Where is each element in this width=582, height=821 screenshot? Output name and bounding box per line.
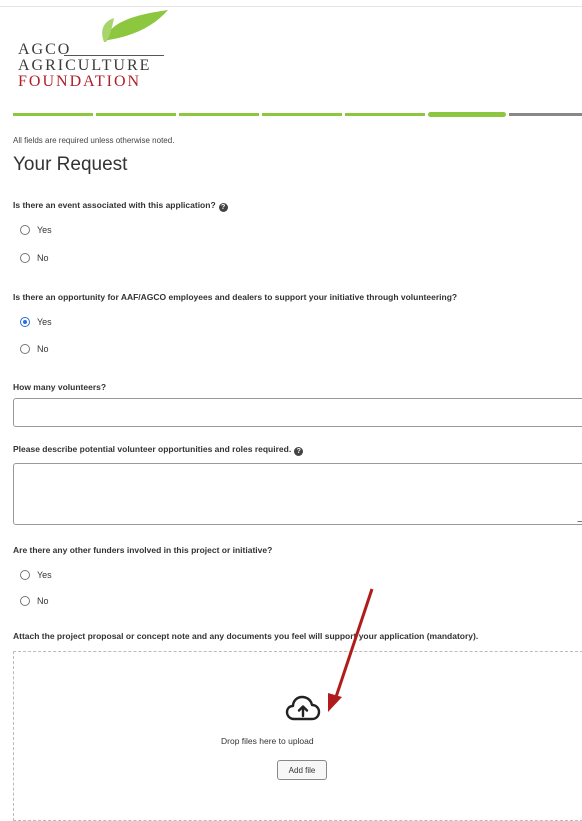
q-volunteering-label: Is there an opportunity for AAF/AGCO emp… — [13, 292, 458, 302]
question-circle-icon[interactable]: ? — [294, 447, 304, 456]
q-upload-label: Attach the project proposal or concept n… — [13, 631, 479, 641]
dropzone-text: Drop files here to upload — [221, 736, 314, 746]
q-event-option-yes[interactable]: Yes — [20, 225, 52, 235]
radio-label: Yes — [37, 225, 52, 235]
top-divider — [0, 6, 582, 7]
q-volunteering-option-no[interactable]: No — [20, 344, 49, 354]
radio-button[interactable] — [20, 253, 30, 263]
add-file-button[interactable]: Add file — [277, 760, 327, 780]
q-other-funders-option-yes[interactable]: Yes — [20, 570, 52, 580]
radio-label: No — [37, 344, 49, 354]
cloud-upload-icon[interactable] — [285, 695, 321, 723]
progress-step-6 — [428, 112, 506, 117]
page-title: Your Request — [13, 154, 128, 175]
logo-line-3: FOUNDATION — [18, 73, 142, 90]
q-other-funders-label: Are there any other funders involved in … — [13, 545, 273, 555]
radio-label: No — [37, 253, 49, 263]
logo-rule — [64, 55, 164, 56]
q-volunteer-count-label: How many volunteers? — [13, 382, 107, 392]
agco-foundation-logo: AGCO AGRICULTURE FOUNDATION — [18, 8, 178, 90]
q-event-text: Is there an event associated with this a… — [13, 200, 216, 210]
q-volunteering-option-yes[interactable]: Yes — [20, 317, 52, 327]
radio-button[interactable] — [20, 596, 30, 606]
question-circle-icon[interactable]: ? — [218, 203, 228, 212]
radio-button[interactable] — [20, 225, 30, 235]
resize-handle-icon[interactable] — [577, 515, 582, 522]
progress-step-5 — [345, 113, 425, 116]
progress-step-1 — [13, 113, 93, 116]
q-volunteer-roles-text: Please describe potential volunteer oppo… — [13, 444, 292, 454]
progress-step-4 — [262, 113, 342, 116]
radio-label: Yes — [37, 570, 52, 580]
q-event-option-no[interactable]: No — [20, 253, 49, 263]
q-other-funders-option-no[interactable]: No — [20, 596, 49, 606]
radio-label: No — [37, 596, 49, 606]
volunteer-count-input[interactable] — [13, 398, 582, 427]
progress-step-3 — [179, 113, 259, 116]
q-event-label: Is there an event associated with this a… — [13, 200, 228, 212]
progress-step-7 — [509, 113, 582, 116]
progress-step-2 — [96, 113, 176, 116]
leaf-icon — [102, 10, 168, 42]
q-volunteer-roles-label: Please describe potential volunteer oppo… — [13, 444, 304, 456]
required-fields-note: All fields are required unless otherwise… — [13, 136, 175, 145]
radio-button[interactable] — [20, 570, 30, 580]
step-progress-bar — [13, 112, 582, 117]
volunteer-roles-textarea[interactable] — [13, 463, 582, 525]
radio-button-checked[interactable] — [20, 317, 30, 327]
radio-button[interactable] — [20, 344, 30, 354]
radio-label: Yes — [37, 317, 52, 327]
